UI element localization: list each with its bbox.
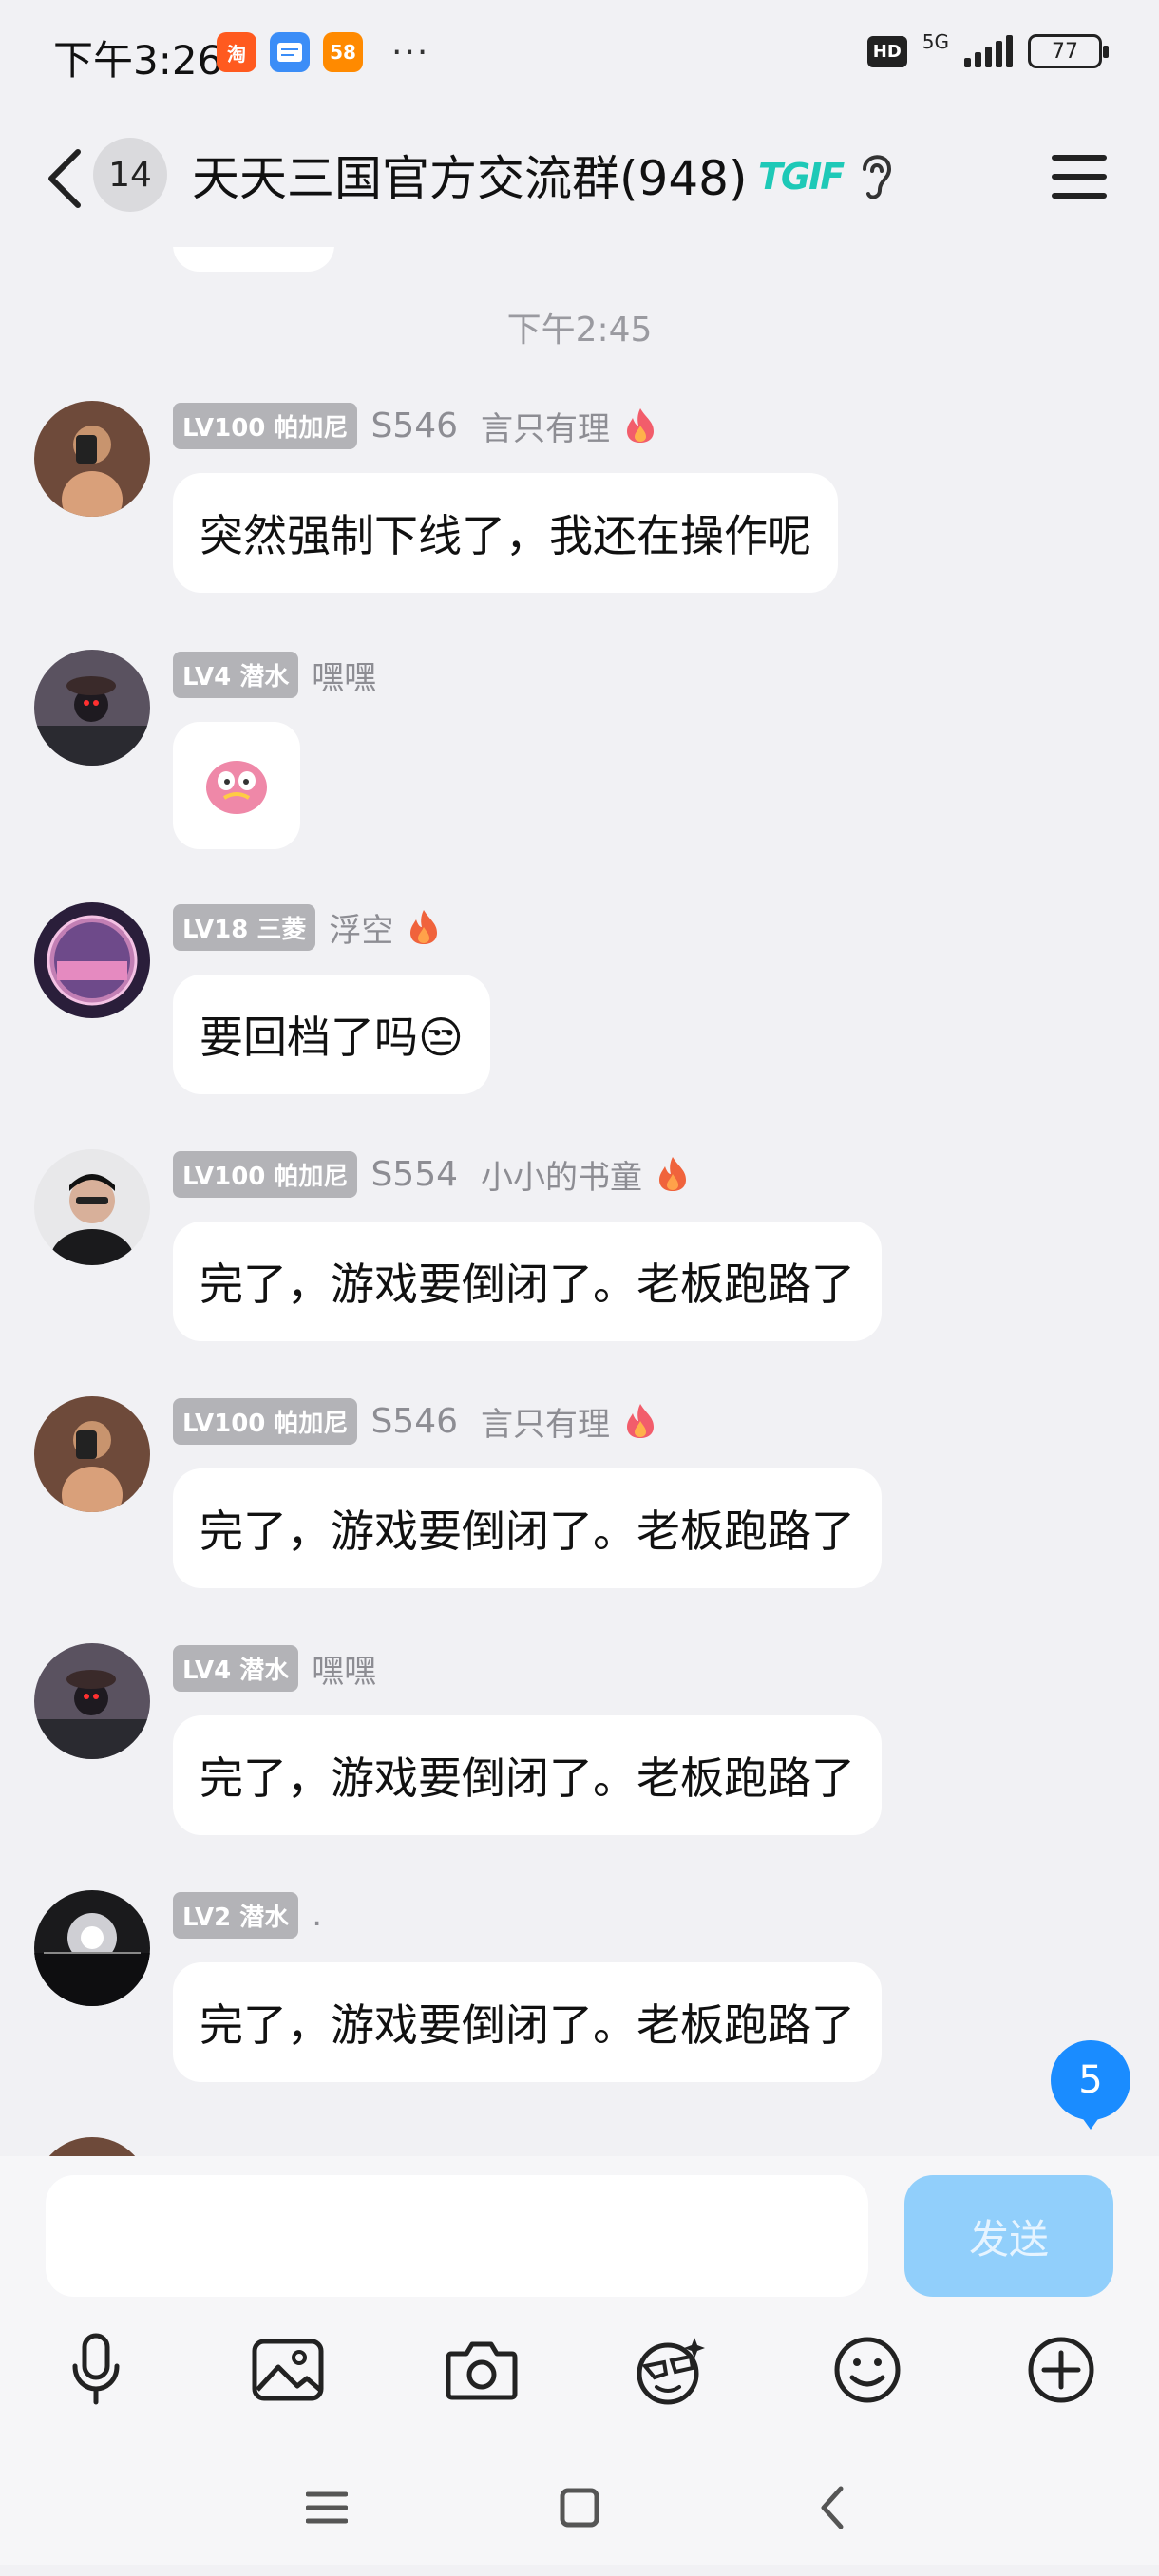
more-actions-button[interactable] <box>1018 2327 1104 2413</box>
back-button[interactable] <box>38 141 91 217</box>
system-nav-bar <box>0 2432 1159 2576</box>
home-button[interactable] <box>551 2479 608 2536</box>
menu-button[interactable] <box>1045 146 1113 207</box>
system-back-button[interactable] <box>804 2479 861 2536</box>
recent-apps-button[interactable] <box>298 2479 355 2536</box>
message-bubble[interactable]: 突然强制下线了，我还在操作呢 <box>173 473 838 593</box>
hd-icon: HD <box>866 35 907 67</box>
effects-button[interactable] <box>629 2327 714 2413</box>
new-messages-badge[interactable]: 5 <box>1051 2040 1130 2130</box>
sticker-bubble[interactable] <box>173 722 300 849</box>
avatar[interactable] <box>34 1149 150 1265</box>
face-effects-icon <box>636 2338 705 2405</box>
fire-icon <box>410 910 438 944</box>
message-meta: LV100 帕加尼 S546 言只有理 <box>173 402 657 449</box>
camera-button[interactable] <box>439 2327 524 2413</box>
avatar[interactable] <box>34 401 150 517</box>
level-badge: LV2 潜水 <box>173 1891 299 1939</box>
status-app-icons: 淘 58 ··· <box>217 32 429 72</box>
sender-name[interactable]: 小小的书童 <box>481 1151 642 1198</box>
taobao-app-icon: 淘 <box>217 32 256 72</box>
more-notifications-icon: ··· <box>391 32 430 72</box>
fire-icon <box>627 408 655 443</box>
message-bubble[interactable]: 完了，游戏要倒闭了。老板跑路了 <box>173 1222 882 1341</box>
sticker-emoji-icon <box>206 761 267 814</box>
message-meta: LV2 潜水 . <box>173 1891 335 1939</box>
member-title: S546 <box>370 1401 459 1441</box>
time-separator: 下午2:45 <box>506 311 653 350</box>
unread-count-badge[interactable]: 14 <box>93 138 167 212</box>
voice-button[interactable] <box>53 2327 139 2413</box>
level-badge: LV4 潜水 <box>173 1644 299 1692</box>
menu-lines-icon <box>306 2491 348 2524</box>
message-input[interactable] <box>46 2175 868 2297</box>
level-badge: LV18 三菱 <box>173 903 316 951</box>
58-app-icon: 58 <box>323 32 363 72</box>
level-badge: LV100 帕加尼 <box>173 402 358 449</box>
group-title[interactable]: 天天三国官方交流群(948) <box>192 141 747 209</box>
sender-name[interactable]: 言只有理 <box>481 403 610 449</box>
signal-icon <box>964 35 1013 67</box>
partial-message-bubble <box>173 247 334 272</box>
tgif-badge: TGIF <box>758 156 845 198</box>
message-meta: LV4 潜水 嘿嘿 <box>173 651 390 698</box>
message-app-icon <box>270 32 310 72</box>
status-bar: 下午3:26 淘 58 ··· HD 5G 77 <box>0 0 1159 114</box>
fire-icon <box>627 1404 655 1438</box>
smiley-icon <box>834 2337 901 2403</box>
message-meta: LV100 帕加尼 S546 言只有理 <box>173 1397 657 1445</box>
message-meta: LV100 帕加尼 S554 小小的书童 <box>173 1150 690 1198</box>
member-title: S554 <box>370 1154 459 1194</box>
level-badge: LV100 帕加尼 <box>173 1397 358 1445</box>
battery-level: 77 <box>1052 39 1078 64</box>
gallery-button[interactable] <box>245 2327 331 2413</box>
camera-icon <box>446 2341 518 2400</box>
microphone-icon <box>72 2333 120 2405</box>
hamburger-menu-icon <box>1052 155 1107 199</box>
message-meta: LV4 潜水 嘿嘿 <box>173 1644 390 1692</box>
chevron-left-icon <box>48 149 81 208</box>
sender-name[interactable]: . <box>312 1896 322 1934</box>
ear-icon[interactable] <box>855 148 897 205</box>
chevron-left-icon <box>821 2486 844 2529</box>
avatar[interactable] <box>34 2137 150 2156</box>
chat-header: 14 天天三国官方交流群(948) TGIF <box>0 114 1159 247</box>
level-badge: LV4 潜水 <box>173 651 299 698</box>
composer-toolbar <box>0 2327 1159 2441</box>
square-home-icon <box>560 2488 599 2528</box>
avatar[interactable] <box>34 650 150 766</box>
level-badge: LV100 帕加尼 <box>173 1150 358 1198</box>
status-time: 下午3:26 <box>53 37 223 84</box>
sender-name[interactable]: 浮空 <box>329 904 393 951</box>
sender-name[interactable]: 嘿嘿 <box>312 652 376 698</box>
sender-name[interactable]: 嘿嘿 <box>312 1645 376 1692</box>
status-indicators: HD 5G 77 <box>866 30 1109 68</box>
battery-icon: 77 <box>1028 34 1109 68</box>
message-meta: LV18 三菱 浮空 <box>173 903 441 951</box>
plus-circle-icon <box>1028 2337 1094 2403</box>
emoji-button[interactable] <box>825 2327 910 2413</box>
message-bubble[interactable]: 完了，游戏要倒闭了。老板跑路了 <box>173 1715 882 1835</box>
member-title: S546 <box>370 406 459 445</box>
avatar[interactable] <box>34 1396 150 1512</box>
avatar[interactable] <box>34 1643 150 1759</box>
chat-message-list[interactable]: 下午2:45 LV100 帕加尼 S546 言只有理 突然强制下线了，我还在操作… <box>0 247 1159 2156</box>
message-bubble[interactable]: 完了，游戏要倒闭了。老板跑路了 <box>173 1468 882 1588</box>
image-icon <box>252 2339 324 2401</box>
message-bubble[interactable]: 完了，游戏要倒闭了。老板跑路了 <box>173 1962 882 2082</box>
avatar[interactable] <box>34 1890 150 2006</box>
message-bubble[interactable]: 要回档了吗😒 <box>173 975 490 1094</box>
network-type: 5G <box>922 30 949 53</box>
send-button[interactable]: 发送 <box>904 2175 1113 2297</box>
sender-name[interactable]: 言只有理 <box>481 1398 610 1445</box>
avatar[interactable] <box>34 902 150 1018</box>
fire-icon <box>659 1157 687 1191</box>
